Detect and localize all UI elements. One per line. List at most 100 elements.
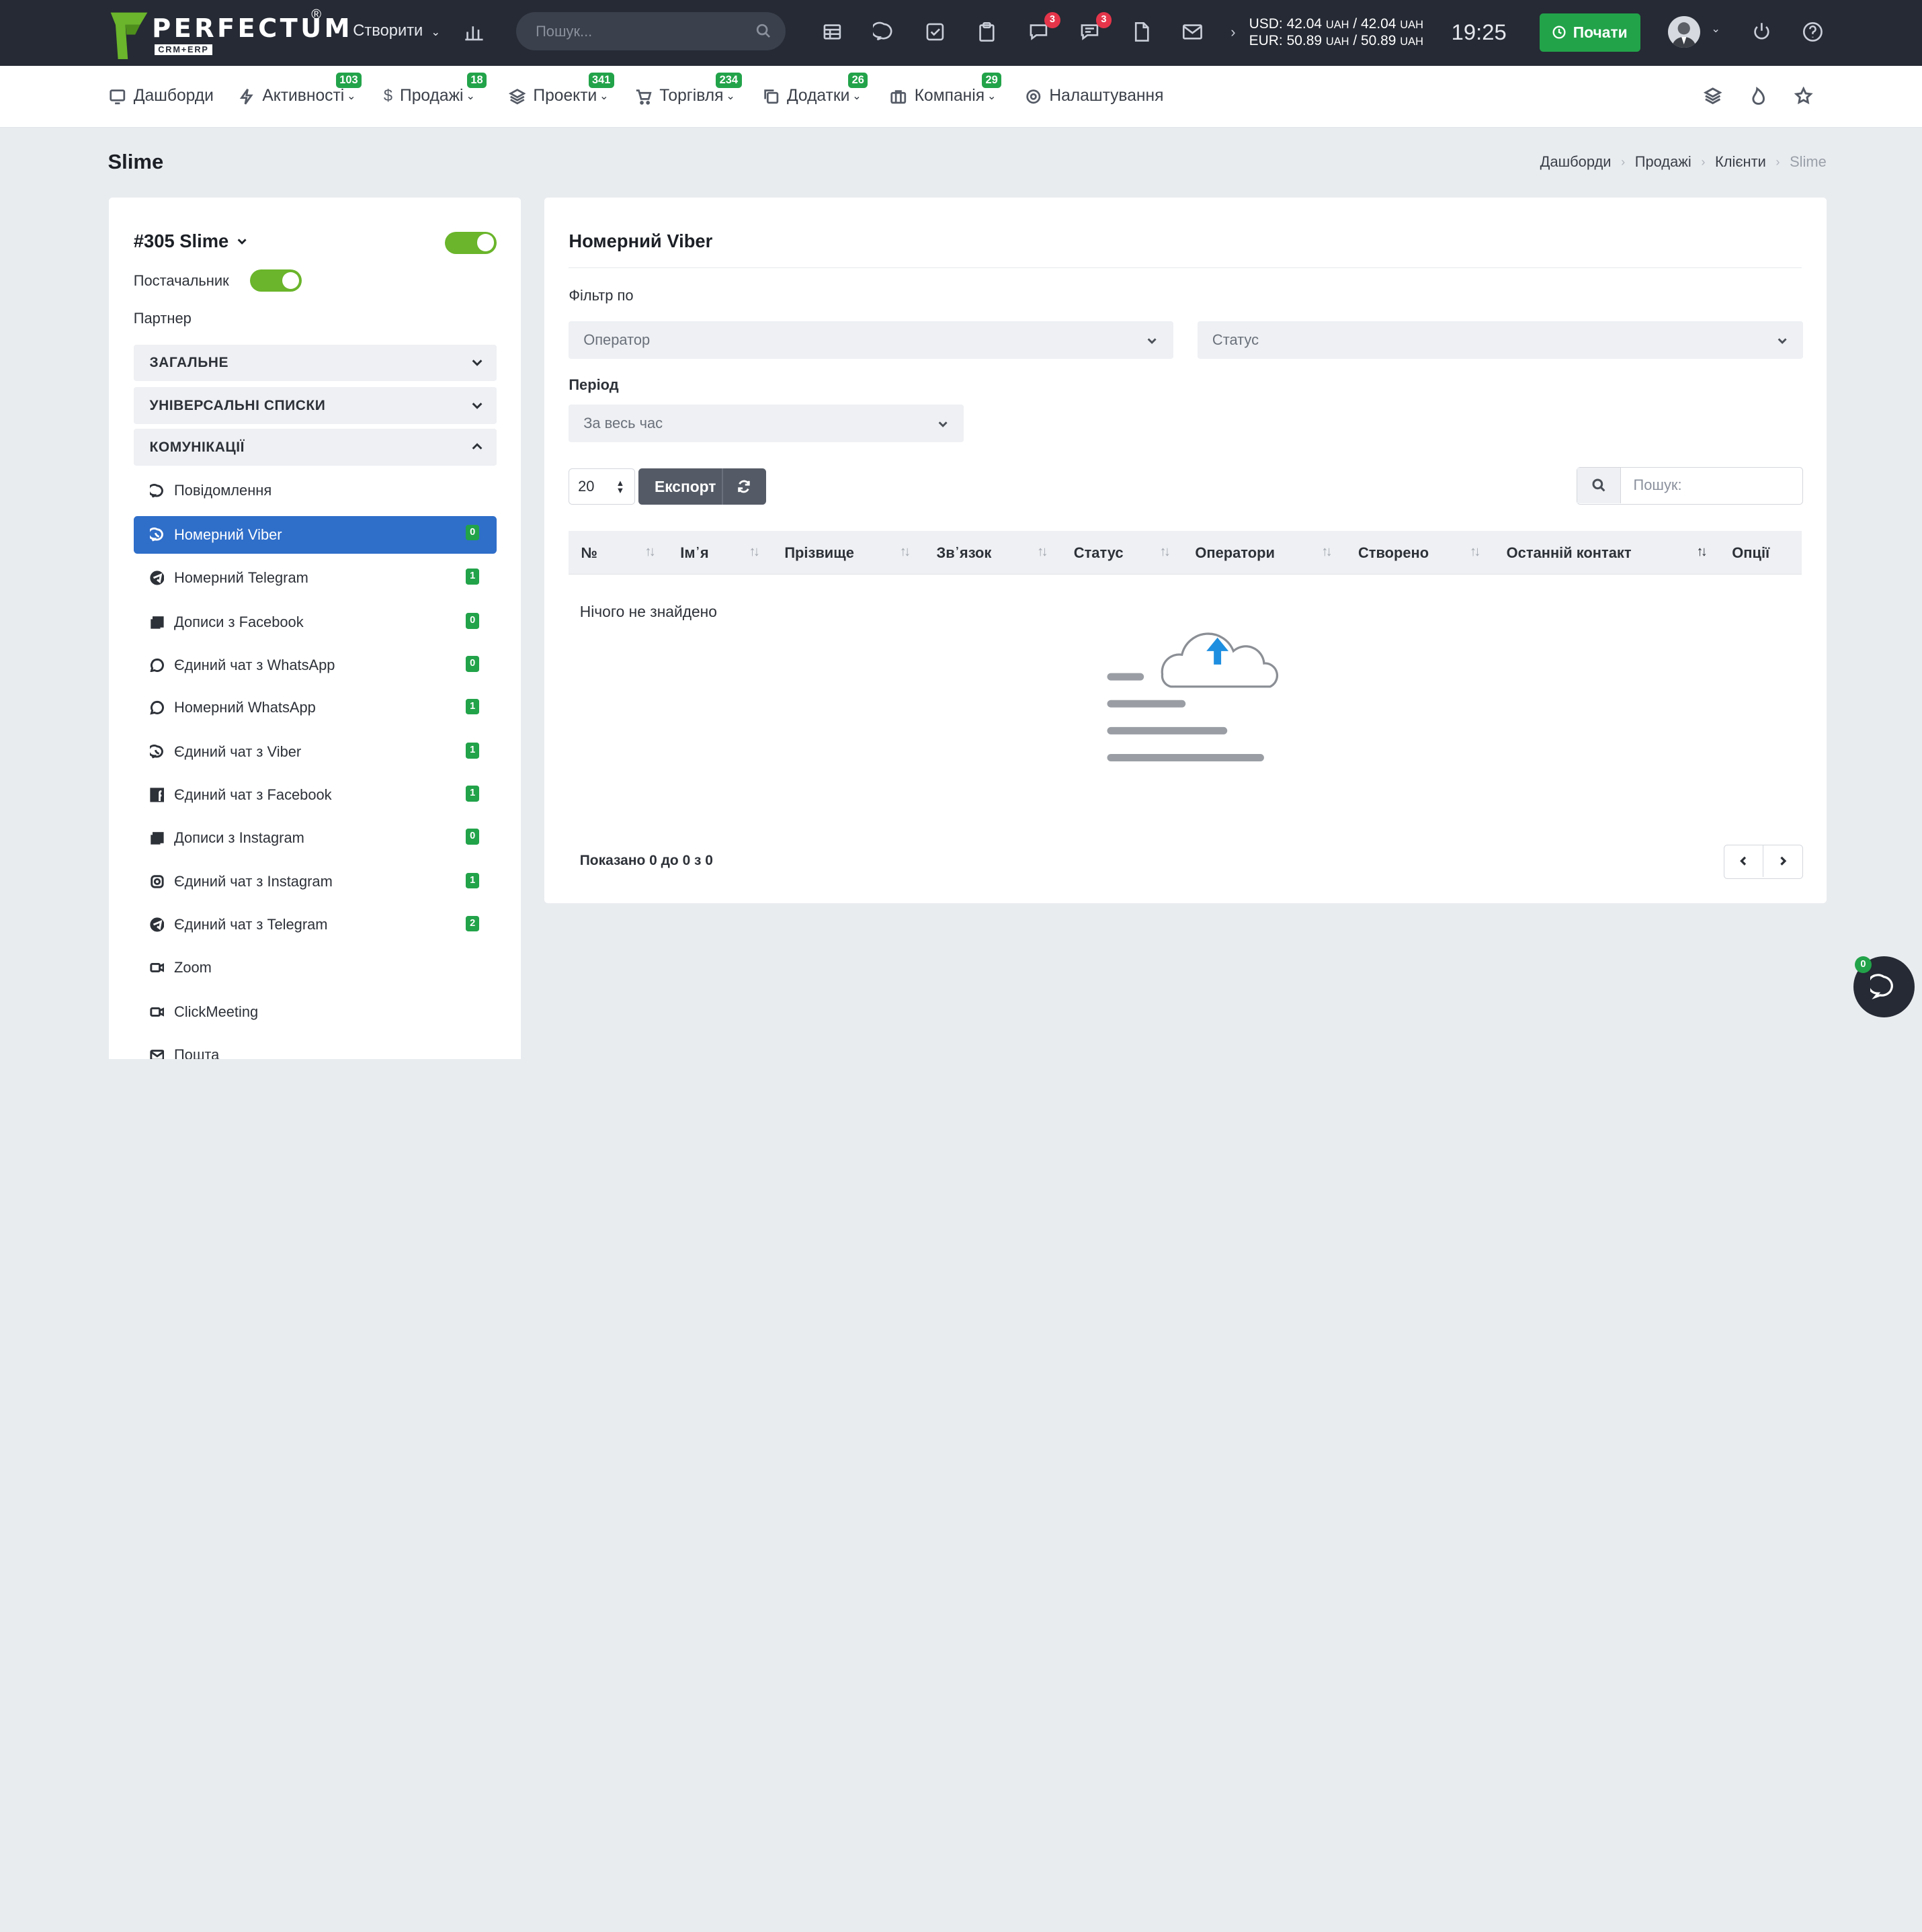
layers-toggle-icon[interactable] (1704, 87, 1722, 109)
task-check-icon[interactable] (923, 19, 947, 44)
chevron-up-icon (470, 440, 484, 458)
nav-sales[interactable]: $ Продажі ⌄ 18 (384, 72, 487, 106)
export-button[interactable]: Експорт (638, 478, 722, 496)
column-header-surname[interactable]: Прізвище (784, 544, 854, 562)
next-page-button[interactable] (1763, 845, 1802, 877)
breadcrumb-clients[interactable]: Клієнти (1715, 153, 1766, 171)
comm-item-facebook-posts[interactable]: Дописи з Facebook 0 (134, 603, 497, 641)
breadcrumb-sales[interactable]: Продажі (1635, 153, 1691, 171)
comm-item-label: Номерний Viber (173, 526, 282, 544)
global-search-input[interactable] (515, 12, 749, 50)
table-icon[interactable] (820, 19, 844, 44)
status-select[interactable]: Статус (1198, 321, 1804, 360)
chevron-down-icon (937, 417, 949, 434)
chevron-right-icon[interactable]: › (1230, 24, 1235, 41)
comm-item-whatsapp-chat[interactable]: Єдиний чат з WhatsApp 0 (134, 646, 497, 684)
chat-icon (1870, 974, 1894, 1000)
flame-icon[interactable] (1749, 87, 1767, 109)
chat-bubble-icon[interactable] (872, 19, 896, 44)
sort-icon[interactable]: ↑↓ (749, 544, 759, 560)
chat-widget-button[interactable]: 0 (1853, 956, 1915, 1017)
power-icon[interactable] (1749, 19, 1773, 44)
nav-activities[interactable]: Активності ⌄ 103 (238, 72, 362, 106)
nav-projects[interactable]: Проекти ⌄ 341 (508, 72, 614, 106)
search-icon[interactable] (756, 24, 771, 38)
comm-item-messages[interactable]: Повідомлення (134, 472, 497, 510)
column-header-contact[interactable]: Зв᾽язок (937, 544, 992, 562)
chevron-down-icon (1146, 333, 1158, 351)
comm-item-mail[interactable]: Пошта (134, 1036, 497, 1059)
comm-item-numbered-whatsapp[interactable]: Номерний WhatsApp 1 (134, 689, 497, 727)
create-menu-button[interactable]: Створити ⌄ (353, 22, 440, 40)
comm-item-label: Єдиний чат з Instagram (173, 873, 333, 890)
nav-addons[interactable]: Додатки ⌄ 26 (763, 72, 868, 106)
sort-icon[interactable]: ↑↓ (644, 544, 655, 560)
comm-item-numbered-viber[interactable]: Номерний Viber 0 (133, 515, 497, 554)
refresh-icon[interactable] (737, 479, 751, 494)
comm-item-clickmeeting[interactable]: ClickMeeting (134, 993, 497, 1031)
prev-page-button[interactable] (1724, 845, 1763, 878)
chevron-left-icon (1740, 856, 1747, 866)
create-label: Створити (353, 22, 423, 40)
chevron-down-icon: ⌄ (346, 90, 356, 103)
chevron-down-icon: ⌄ (987, 90, 997, 103)
messages-icon[interactable]: 3 (1077, 12, 1112, 44)
section-universal-lists[interactable]: УНІВЕРСАЛЬНІ СПИСКИ (133, 387, 497, 425)
comm-item-zoom[interactable]: Zoom (134, 949, 497, 987)
table-search-input[interactable] (1622, 467, 1802, 503)
period-select[interactable]: За весь час (569, 404, 964, 443)
star-icon[interactable] (1794, 86, 1814, 109)
operator-select[interactable]: Оператор (569, 321, 1173, 360)
breadcrumb-separator: › (1775, 155, 1780, 169)
comm-item-facebook-chat[interactable]: Єдиний чат з Facebook 1 (134, 776, 497, 814)
chevron-down-icon: ⌄ (726, 90, 735, 103)
column-header-status[interactable]: Статус (1074, 544, 1124, 562)
nav-badge: 341 (588, 72, 614, 89)
pagination (1723, 844, 1804, 879)
avatar-chevron-icon[interactable]: ⌄ (1711, 22, 1720, 36)
nav-settings[interactable]: Налаштування (1025, 87, 1163, 106)
column-header-name[interactable]: Ім᾽я (680, 544, 708, 562)
chat-widget-badge: 0 (1854, 956, 1872, 974)
clipboard-icon[interactable] (974, 19, 999, 44)
nav-trade[interactable]: Торгівля ⌄ 234 (635, 72, 742, 106)
chevron-right-icon (1780, 856, 1786, 866)
sort-icon[interactable]: ↑↓ (900, 544, 911, 560)
sort-icon[interactable]: ↑↓ (1159, 544, 1170, 560)
comm-item-numbered-telegram[interactable]: Номерний Telegram 1 (134, 559, 497, 597)
section-communications[interactable]: КОМУНІКАЦІЇ (133, 429, 497, 466)
breadcrumb-dashboards[interactable]: Дашборди (1540, 153, 1612, 171)
logo[interactable]: PERFECTUM ® CRM+ERP (108, 7, 350, 59)
user-avatar[interactable] (1668, 15, 1700, 48)
supplier-toggle[interactable] (250, 269, 302, 292)
column-header-last-contact[interactable]: Останній контакт (1507, 544, 1632, 562)
comm-item-telegram-chat[interactable]: Єдиний чат з Telegram 2 (134, 906, 497, 944)
sort-desc-icon[interactable]: ↑↓ (1696, 544, 1707, 560)
sort-icon[interactable]: ↑↓ (1321, 544, 1332, 560)
chat-notifications-icon[interactable]: 3 (1026, 12, 1060, 44)
column-header-number[interactable]: № (581, 544, 597, 562)
client-title: #305 Slime (133, 230, 229, 251)
nav-company[interactable]: Компанія ⌄ 29 (890, 72, 1002, 106)
client-active-toggle[interactable] (445, 231, 497, 254)
help-icon[interactable] (1800, 19, 1825, 44)
updown-icon: ▲ ▼ (616, 478, 625, 496)
section-general[interactable]: ЗАГАЛЬНЕ (133, 344, 497, 382)
nav-dashboards[interactable]: Дашборди (109, 87, 214, 106)
page-length-select[interactable]: 20 ▲ ▼ (569, 468, 635, 505)
comm-item-instagram-posts[interactable]: Дописи з Instagram 0 (134, 818, 497, 857)
comm-item-viber-chat[interactable]: Єдиний чат з Viber 1 (134, 733, 497, 771)
mail-icon[interactable] (1181, 19, 1205, 44)
status-select-value: Статус (1212, 331, 1259, 349)
briefcase-icon (890, 89, 907, 103)
comm-item-instagram-chat[interactable]: Єдиний чат з Instagram 1 (134, 863, 497, 901)
document-icon[interactable] (1129, 19, 1153, 44)
video-icon (149, 963, 165, 972)
chart-bars-icon[interactable] (462, 19, 487, 44)
start-button[interactable]: Почати (1539, 13, 1640, 52)
client-title-dropdown[interactable]: #305 Slime (134, 230, 249, 252)
sort-icon[interactable]: ↑↓ (1470, 544, 1480, 560)
sort-icon[interactable]: ↑↓ (1037, 544, 1048, 560)
column-header-operators[interactable]: Оператори (1195, 544, 1275, 562)
column-header-created[interactable]: Створено (1358, 544, 1429, 562)
